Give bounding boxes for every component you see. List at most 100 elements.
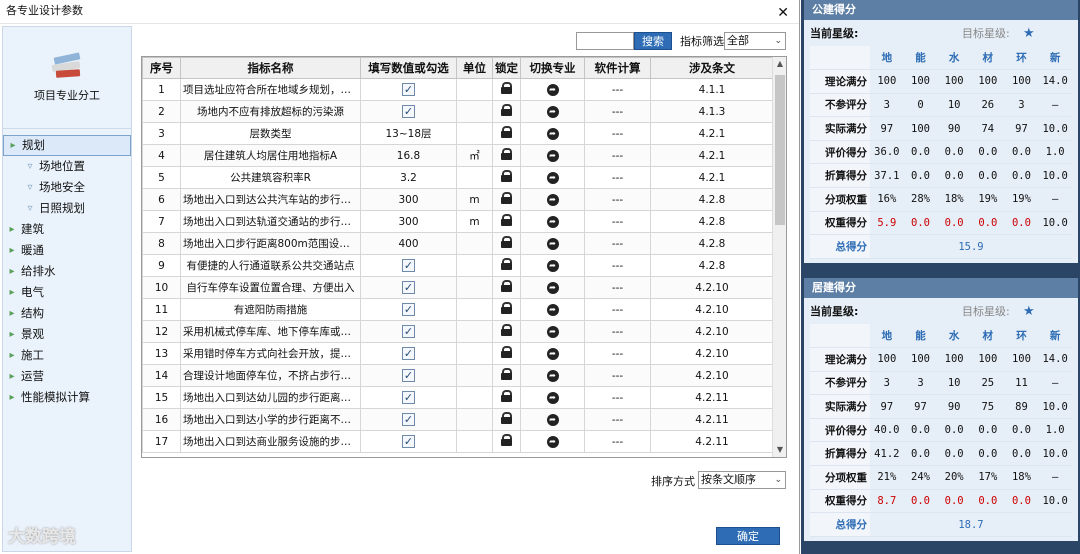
lock-cell[interactable] (492, 298, 521, 321)
lock-cell[interactable] (492, 342, 521, 365)
value-input[interactable]: 300 (360, 210, 457, 233)
column-header[interactable]: 软件计算 (584, 57, 651, 79)
lock-cell[interactable] (492, 210, 521, 233)
lock-icon[interactable] (501, 104, 512, 116)
switch-discipline-icon[interactable]: ➦ (546, 370, 559, 382)
switch-cell[interactable]: ➦ (520, 210, 585, 233)
lock-icon[interactable] (501, 368, 512, 380)
lock-icon[interactable] (501, 434, 512, 446)
lock-cell[interactable] (492, 430, 521, 453)
checkbox[interactable]: ✓ (402, 413, 415, 426)
switch-discipline-icon[interactable]: ➦ (546, 150, 559, 162)
ok-button[interactable]: 确定 (716, 527, 780, 545)
tree-item[interactable]: ▸ 暖通 (3, 240, 131, 261)
lock-icon[interactable] (501, 148, 512, 160)
table-row[interactable]: 2 场地内不应有排放超标的污染源 ✓ ➦ --- 4.1.3 (142, 100, 774, 123)
checkbox[interactable]: ✓ (402, 83, 415, 96)
value-cell[interactable]: ✓ (360, 430, 457, 453)
lock-cell[interactable] (492, 408, 521, 431)
lock-icon[interactable] (501, 302, 512, 314)
lock-cell[interactable] (492, 122, 521, 145)
switch-discipline-icon[interactable]: ➦ (546, 326, 559, 338)
switch-cell[interactable]: ➦ (520, 298, 585, 321)
switch-discipline-icon[interactable]: ➦ (546, 260, 559, 272)
star-icon[interactable]: ★ (1023, 302, 1035, 322)
switch-discipline-icon[interactable]: ➦ (546, 128, 559, 140)
checkbox[interactable]: ✓ (402, 303, 415, 316)
search-input[interactable] (576, 32, 634, 50)
table-row[interactable]: 10 自行车停车设置位置合理、方便出入 ✓ ➦ --- 4.2.10 (142, 276, 774, 299)
value-input[interactable]: 16.8 (360, 144, 457, 167)
table-row[interactable]: 1 项目选址应符合所在地域乡规划，项... ✓ ➦ --- 4.1.1 (142, 78, 774, 101)
switch-discipline-icon[interactable]: ➦ (546, 304, 559, 316)
lock-cell[interactable] (492, 364, 521, 387)
lock-icon[interactable] (501, 258, 512, 270)
tree-item[interactable]: ▸ 电气 (3, 282, 131, 303)
table-row[interactable]: 11 有遮阳防雨措施 ✓ ➦ --- 4.2.10 (142, 298, 774, 321)
switch-discipline-icon[interactable]: ➦ (546, 106, 559, 118)
switch-discipline-icon[interactable]: ➦ (546, 392, 559, 404)
switch-cell[interactable]: ➦ (520, 320, 585, 343)
sort-select[interactable]: 按条文顺序 ⌄ (698, 471, 786, 489)
lock-cell[interactable] (492, 100, 521, 123)
lock-cell[interactable] (492, 188, 521, 211)
switch-discipline-icon[interactable]: ➦ (546, 436, 559, 448)
lock-cell[interactable] (492, 386, 521, 409)
column-header[interactable]: 序号 (142, 57, 181, 79)
switch-discipline-icon[interactable]: ➦ (546, 172, 559, 184)
switch-cell[interactable]: ➦ (520, 342, 585, 365)
checkbox[interactable]: ✓ (402, 105, 415, 118)
tree-item[interactable]: ▸ 规划 (3, 135, 131, 156)
switch-cell[interactable]: ➦ (520, 166, 585, 189)
value-input[interactable]: 300 (360, 188, 457, 211)
tree-item[interactable]: ▸ 给排水 (3, 261, 131, 282)
switch-cell[interactable]: ➦ (520, 232, 585, 255)
lock-icon[interactable] (501, 214, 512, 226)
table-row[interactable]: 13 采用错时停车方式向社会开放，提高... ✓ ➦ --- 4.2.10 (142, 342, 774, 365)
value-cell[interactable]: ✓ (360, 320, 457, 343)
table-row[interactable]: 14 合理设计地面停车位，不挤占步行空... ✓ ➦ --- 4.2.10 (142, 364, 774, 387)
star-icon[interactable]: ★ (1023, 24, 1035, 44)
table-row[interactable]: 5 公共建筑容积率R 3.2 ➦ --- 4.2.1 (142, 166, 774, 189)
switch-cell[interactable]: ➦ (520, 276, 585, 299)
table-scrollbar[interactable]: ▲ ▼ (772, 57, 786, 457)
tree-item[interactable]: ▸ 建筑 (3, 219, 131, 240)
column-header[interactable]: 指标名称 (180, 57, 361, 79)
table-row[interactable]: 6 场地出入口到达公共汽车站的步行距... 300 m ➦ --- 4.2.8 (142, 188, 774, 211)
switch-cell[interactable]: ➦ (520, 144, 585, 167)
scroll-down-icon[interactable]: ▼ (773, 443, 786, 457)
column-header[interactable]: 单位 (456, 57, 493, 79)
table-row[interactable]: 17 场地出入口到达商业服务设施的步行... ✓ ➦ --- 4.2.11 (142, 430, 774, 453)
switch-cell[interactable]: ➦ (520, 408, 585, 431)
column-header[interactable]: 切换专业 (520, 57, 585, 79)
switch-cell[interactable]: ➦ (520, 386, 585, 409)
value-input[interactable]: 400 (360, 232, 457, 255)
lock-icon[interactable] (501, 412, 512, 424)
lock-cell[interactable] (492, 166, 521, 189)
table-row[interactable]: 9 有便捷的人行通道联系公共交通站点 ✓ ➦ --- 4.2.8 (142, 254, 774, 277)
lock-icon[interactable] (501, 126, 512, 138)
switch-discipline-icon[interactable]: ➦ (546, 348, 559, 360)
tree-item[interactable]: ▸ 结构 (3, 303, 131, 324)
lock-icon[interactable] (501, 324, 512, 336)
switch-discipline-icon[interactable]: ➦ (546, 216, 559, 228)
column-header[interactable]: 填写数值或勾选 (360, 57, 457, 79)
checkbox[interactable]: ✓ (402, 391, 415, 404)
lock-icon[interactable] (501, 82, 512, 94)
lock-icon[interactable] (501, 192, 512, 204)
value-cell[interactable]: ✓ (360, 408, 457, 431)
checkbox[interactable]: ✓ (402, 259, 415, 272)
table-row[interactable]: 8 场地出入口步行距离800m范围设有... 400 ➦ --- 4.2.8 (142, 232, 774, 255)
lock-icon[interactable] (501, 346, 512, 358)
switch-cell[interactable]: ➦ (520, 78, 585, 101)
search-button[interactable]: 搜索 (634, 32, 672, 50)
value-input[interactable]: 3.2 (360, 166, 457, 189)
lock-icon[interactable] (501, 170, 512, 182)
value-cell[interactable]: ✓ (360, 342, 457, 365)
checkbox[interactable]: ✓ (402, 369, 415, 382)
lock-cell[interactable] (492, 254, 521, 277)
switch-discipline-icon[interactable]: ➦ (546, 282, 559, 294)
table-row[interactable]: 12 采用机械式停车库、地下停车库或停... ✓ ➦ --- 4.2.10 (142, 320, 774, 343)
column-header[interactable]: 锁定 (492, 57, 521, 79)
value-cell[interactable]: ✓ (360, 78, 457, 101)
